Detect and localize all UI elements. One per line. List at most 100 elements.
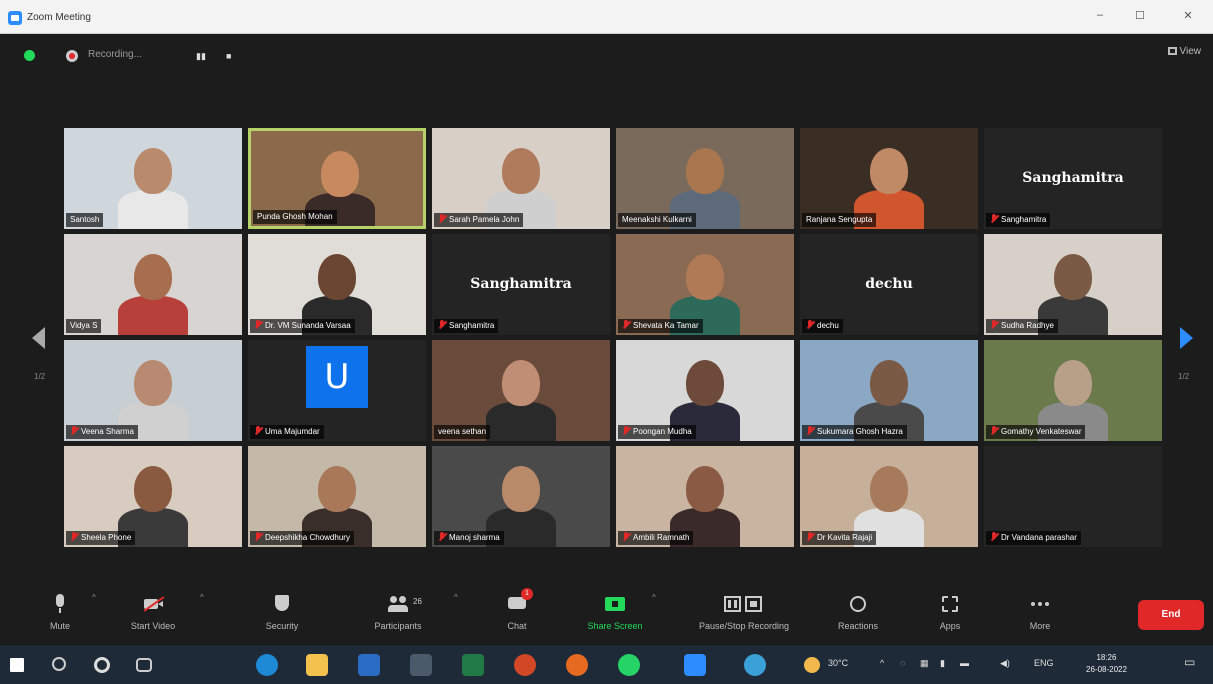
maximize-button[interactable]: ☐ [1130,9,1150,25]
view-label: View [1179,46,1202,57]
windows-start-icon[interactable] [10,658,24,672]
participant-name: Punda Ghosh Mohan [257,212,333,221]
participant-tile[interactable]: Sudha Radhye [984,234,1162,335]
participant-avatar: U [306,346,368,408]
participant-name: Shevata Ka Tamar [633,321,699,330]
cortana-icon[interactable] [94,657,110,673]
language-indicator[interactable]: ENG [1034,658,1054,668]
participant-tile[interactable]: Poongan Mudha [616,340,794,441]
participant-tile[interactable]: U Uma Majumdar [248,340,426,441]
meeting-top-bar: Recording... ▮▮ ■ View [0,34,1213,80]
participant-face [134,360,172,406]
app-icon[interactable] [410,654,432,676]
muted-mic-icon [990,214,998,223]
participants-count: 26 [413,597,422,606]
share-options-caret-icon[interactable]: ^ [652,593,656,602]
volume-icon[interactable]: ◀) [1000,658,1010,669]
start-video-label: Start Video [130,621,176,631]
word-icon[interactable] [358,654,380,676]
recording-indicator: Recording... ▮▮ ■ [60,46,250,66]
participant-tile[interactable]: Dr Kavita Rajaji [800,446,978,547]
recording-label: Recording... [88,49,142,60]
zoom-logo-icon [8,11,22,25]
participant-tile[interactable]: Santosh [64,128,242,229]
more-button[interactable]: More [1018,589,1062,639]
participant-tile[interactable]: Sanghamitra Sanghamitra [432,234,610,335]
battery-icon[interactable]: ▮ [940,658,945,669]
participant-tile[interactable]: Sukumara Ghosh Hazra [800,340,978,441]
participant-tile[interactable]: Dr Vandana parashar [984,446,1162,547]
chat-button[interactable]: 1 Chat [495,588,539,639]
participant-tile[interactable]: Sanghamitra Sanghamitra [984,128,1162,229]
participant-tile[interactable]: Veena Sharma [64,340,242,441]
encryption-shield-icon[interactable] [24,50,35,61]
participant-tile[interactable]: Manoj sharma [432,446,610,547]
participant-tile[interactable]: Gomathy Venkateswar [984,340,1162,441]
file-explorer-icon[interactable] [306,654,328,676]
taskbar-clock[interactable]: 18:26 26-08-2022 [1086,652,1127,676]
participant-tile[interactable]: Ambili Ramnath [616,446,794,547]
participant-tile[interactable]: Sheela Phone [64,446,242,547]
outlook-icon[interactable] [744,654,766,676]
audio-options-caret-icon[interactable]: ^ [92,593,96,602]
participants-label: Participants [374,621,422,631]
participants-options-caret-icon[interactable]: ^ [454,593,458,602]
end-meeting-button[interactable]: End [1138,600,1204,630]
stop-recording-button[interactable]: ■ [226,51,236,61]
participant-tile[interactable]: Shevata Ka Tamar [616,234,794,335]
close-button[interactable]: ✕ [1178,9,1198,25]
muted-mic-icon [438,214,446,223]
notifications-icon[interactable]: ▭ [1184,655,1195,669]
search-icon[interactable] [52,657,66,671]
reactions-label: Reactions [837,621,879,631]
participant-name-tag: Sheela Phone [66,531,136,545]
video-options-caret-icon[interactable]: ^ [200,593,204,602]
participant-face [502,466,540,512]
next-page-arrow-icon[interactable] [1180,327,1193,349]
tray-overflow-icon[interactable]: ^ [880,658,884,668]
video-off-icon [142,593,165,615]
pause-recording-button[interactable]: ▮▮ [196,51,206,61]
participant-tile[interactable]: Vidya S [64,234,242,335]
participant-name-tag: dechu [802,319,843,333]
network-icon[interactable]: ▦ [920,658,929,669]
pause-stop-recording-button[interactable]: Pause/Stop Recording [676,589,812,639]
participant-tile[interactable]: Meenakshi Kulkarni [616,128,794,229]
apps-button[interactable]: Apps [928,589,972,639]
minimize-button[interactable]: – [1090,9,1110,25]
participant-tile[interactable]: dechu dechu [800,234,978,335]
tray-app-icon[interactable]: ◌ [900,658,905,668]
edge-browser-icon[interactable] [256,654,278,676]
task-view-icon[interactable] [136,658,152,672]
page-indicator-left: 1/2 [34,372,46,381]
reactions-button[interactable]: Reactions [828,589,888,639]
participant-tile[interactable]: veena sethan [432,340,610,441]
participant-face [321,151,359,197]
participants-button[interactable]: 26 Participants [356,589,440,639]
start-video-button[interactable]: Start Video [118,589,188,639]
zoom-taskbar-icon[interactable] [684,654,706,676]
security-button[interactable]: Security [254,589,310,639]
powerpoint-icon[interactable] [514,654,536,676]
participant-face [318,466,356,512]
participant-face [318,254,356,300]
pause-stop-recording-label: Pause/Stop Recording [698,621,790,631]
participant-tile[interactable]: Dr. VM Sunanda Varsaa [248,234,426,335]
previous-page-arrow-icon[interactable] [32,327,45,349]
whatsapp-icon[interactable] [618,654,640,676]
excel-icon[interactable] [462,654,484,676]
mute-button[interactable]: Mute [38,589,82,639]
participant-tile[interactable]: Deepshikha Chowdhury [248,446,426,547]
participant-tile[interactable]: Ranjana Sengupta [800,128,978,229]
clock-date: 26-08-2022 [1086,665,1127,674]
participant-tile[interactable]: Punda Ghosh Mohan [248,128,426,229]
participant-tile[interactable]: Sarah Pamela John [432,128,610,229]
firefox-icon[interactable] [566,654,588,676]
view-button[interactable]: View [1167,46,1202,57]
meeting-toolbar: Mute ^ Start Video ^ Security 26 Partici… [0,583,1213,643]
participant-face [870,360,908,406]
participant-face [502,148,540,194]
windows-taskbar: 30°C ^ ◌ ▦ ▮ ▬ ◀) ENG 18:26 26-08-2022 ▭ [0,645,1213,684]
share-screen-button[interactable]: Share Screen [572,589,658,639]
display-icon[interactable]: ▬ [960,658,969,668]
